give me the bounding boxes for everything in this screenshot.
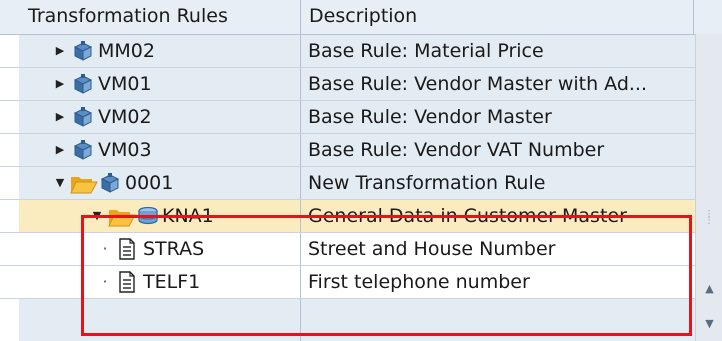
tree-row-kna1[interactable]: ▼ KNA1 General Data in Customer Master — [0, 200, 695, 233]
node-label: KNA1 — [162, 205, 214, 227]
column-header-description[interactable]: Description — [301, 0, 694, 34]
description-cell: First telephone number — [308, 271, 530, 293]
row-gutter — [0, 167, 19, 199]
tree-row-telf1[interactable]: · TELF1 First telephone number — [0, 266, 695, 299]
row-gutter — [0, 200, 19, 232]
table-icon — [137, 206, 159, 231]
tree-cell: · STRAS — [20, 233, 300, 265]
node-label: VM01 — [98, 73, 152, 95]
expand-arrow-icon[interactable]: ▶ — [53, 68, 67, 100]
node-label: VM02 — [98, 106, 152, 128]
rule-icon — [99, 173, 121, 200]
folder-open-icon — [108, 207, 136, 232]
row-gutter — [0, 134, 19, 166]
tree-body: ▶ MM02 Base Rule: Material Price ▶ VM01 … — [0, 35, 695, 341]
column-header: Transformation Rules Description — [0, 0, 722, 35]
resize-grip-icon[interactable]: ⋮ ⋮ — [704, 210, 714, 234]
vertical-scrollbar[interactable]: ⋮ ⋮ ▲ ▼ — [695, 34, 722, 341]
column-divider — [300, 101, 301, 133]
tree-cell: ▶ MM02 — [20, 35, 300, 67]
node-label: 0001 — [125, 172, 174, 194]
description-cell: Base Rule: Vendor Master — [308, 106, 552, 128]
row-gutter — [0, 68, 19, 100]
leaf-bullet-icon: · — [102, 239, 108, 258]
tree-row-vm02[interactable]: ▶ VM02 Base Rule: Vendor Master — [0, 101, 695, 134]
row-gutter — [0, 233, 19, 265]
rule-icon — [72, 140, 94, 167]
rule-icon — [72, 74, 94, 101]
column-header-transformation-rules[interactable]: Transformation Rules — [20, 0, 301, 34]
description-cell: Base Rule: Material Price — [308, 40, 544, 62]
row-gutter — [0, 101, 19, 133]
column-divider — [300, 35, 301, 67]
scroll-down-arrow-icon[interactable]: ▼ — [700, 317, 719, 331]
column-divider — [300, 200, 301, 232]
column-divider — [300, 68, 301, 100]
description-cell: Base Rule: Vendor Master with Ad... — [308, 73, 648, 95]
node-label: TELF1 — [143, 271, 201, 293]
leaf-bullet-icon: · — [102, 272, 108, 291]
column-divider — [300, 167, 301, 199]
collapse-arrow-icon[interactable]: ▼ — [90, 200, 104, 232]
tree-row-vm01[interactable]: ▶ VM01 Base Rule: Vendor Master with Ad.… — [0, 68, 695, 101]
column-divider — [300, 266, 301, 298]
tree-row-0001[interactable]: ▼ 0001 New Transformation Rule — [0, 167, 695, 200]
row-gutter — [0, 266, 19, 298]
tree-cell: ▶ VM03 — [20, 134, 300, 166]
empty-row — [0, 299, 695, 341]
tree-cell: ▶ VM01 — [20, 68, 300, 100]
expand-arrow-icon[interactable]: ▶ — [53, 101, 67, 133]
transformation-rules-tree: Transformation Rules Description ▶ MM02 … — [0, 0, 722, 341]
scroll-up-arrow-icon[interactable]: ▲ — [700, 282, 719, 296]
folder-open-icon — [70, 174, 98, 199]
column-divider — [300, 299, 301, 341]
description-cell: New Transformation Rule — [308, 172, 546, 194]
node-label: MM02 — [98, 40, 155, 62]
tree-row-stras[interactable]: · STRAS Street and House Number — [0, 233, 695, 266]
description-cell: Base Rule: Vendor VAT Number — [308, 139, 605, 161]
column-divider — [300, 134, 301, 166]
document-icon — [118, 271, 136, 298]
column-divider — [300, 233, 301, 265]
row-gutter — [0, 35, 19, 67]
tree-cell: ▼ 0001 — [20, 167, 300, 199]
rule-icon — [72, 41, 94, 68]
node-label: VM03 — [98, 139, 152, 161]
expand-arrow-icon[interactable]: ▶ — [53, 134, 67, 166]
description-cell: General Data in Customer Master — [308, 205, 627, 227]
row-gutter — [0, 299, 19, 341]
tree-row-mm02[interactable]: ▶ MM02 Base Rule: Material Price — [0, 35, 695, 68]
expand-arrow-icon[interactable]: ▶ — [53, 35, 67, 67]
node-label: STRAS — [143, 238, 205, 260]
tree-cell: ▶ VM02 — [20, 101, 300, 133]
description-cell: Street and House Number — [308, 238, 556, 260]
collapse-arrow-icon[interactable]: ▼ — [53, 167, 67, 199]
tree-cell: · TELF1 — [20, 266, 300, 298]
tree-cell: ▼ KNA1 — [20, 200, 300, 232]
rule-icon — [72, 107, 94, 134]
tree-row-vm03[interactable]: ▶ VM03 Base Rule: Vendor VAT Number — [0, 134, 695, 167]
document-icon — [118, 238, 136, 265]
